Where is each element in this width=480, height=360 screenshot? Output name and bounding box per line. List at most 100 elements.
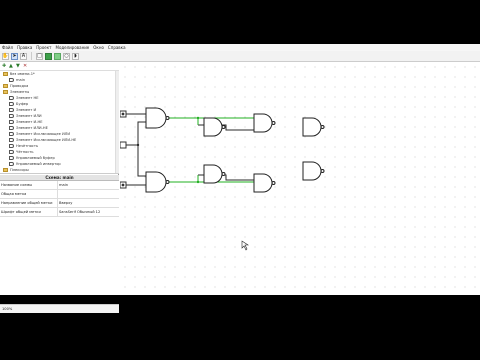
nand-gate-7-bubble — [320, 125, 325, 129]
menu-file[interactable]: Файл — [2, 44, 13, 51]
toolbar-separator — [31, 52, 32, 60]
property-row[interactable]: Общая метка — [0, 190, 119, 199]
gate-icon — [9, 144, 14, 148]
gate-icon — [9, 108, 14, 112]
folder-icon — [3, 84, 8, 88]
tree-item-label: Элемент Исключающее ИЛИ-НЕ — [16, 138, 77, 142]
property-row[interactable]: Направление общей метки Вверху — [0, 199, 119, 208]
property-key: Название схемы — [0, 181, 58, 189]
output-pin-button[interactable]: ○ — [63, 52, 70, 60]
zoom-status[interactable]: 100% — [0, 304, 119, 313]
hand-icon: ✋ — [2, 52, 9, 59]
property-value[interactable]: Вверху — [58, 199, 119, 207]
tree-item-label: Нечётность — [16, 144, 39, 148]
property-value[interactable]: main — [58, 181, 119, 189]
tree-item-label: Чётность — [16, 150, 34, 154]
menu-simulate[interactable]: Моделирование — [56, 44, 90, 51]
nand-gate-1-bubble — [165, 116, 170, 120]
gate-icon — [9, 150, 14, 154]
gate-icon — [9, 96, 14, 100]
nand-gate-3[interactable] — [203, 117, 223, 137]
tree-item-label: Управляемый инвертор — [16, 162, 61, 166]
menu-bar: Файл Правка Проект Моделирование Окно Сп… — [0, 44, 480, 51]
mouse-cursor-icon — [241, 240, 249, 251]
nand-gate-6[interactable] — [253, 173, 273, 193]
property-key: Шрифт общей метки — [0, 208, 58, 216]
folder-icon — [3, 90, 8, 94]
property-value[interactable] — [58, 190, 119, 198]
tree-item-label: Элемент И — [16, 108, 37, 112]
select-tool-button[interactable]: ➤ — [11, 52, 18, 60]
tree-item-label: Плексоры — [10, 168, 29, 172]
nand-gate-8-bubble — [320, 169, 325, 173]
nand-gate-2-bubble — [165, 180, 170, 184]
toolbar: ✋ ➤ A □ ○ ◗ — [0, 51, 480, 62]
arrow-icon: ➤ — [12, 52, 17, 59]
left-panel: ✚ ▲ ▼ ✕ без имени-1* main Проводка Элементы… — [0, 62, 119, 313]
menu-project[interactable]: Проект — [36, 44, 51, 51]
app-window: Файл Правка Проект Моделирование Окно Сп… — [0, 44, 480, 313]
nand-gate-2[interactable] — [145, 171, 167, 193]
circuit-diagram — [120, 107, 325, 251]
nand-gate-7[interactable] — [302, 117, 322, 137]
input-pin-b[interactable] — [120, 141, 127, 149]
folder-icon — [3, 72, 8, 76]
folder-icon — [3, 168, 8, 172]
tree-item-label: Проводка — [10, 84, 29, 88]
add-circuit-icon[interactable]: ✚ — [2, 63, 7, 69]
text-tool-button[interactable]: A — [20, 52, 27, 60]
tree-item-label: Элементы — [10, 90, 30, 94]
tree-item[interactable]: Арифметика — [0, 173, 119, 174]
input-pin-a-dot — [121, 112, 125, 116]
tree-item-label: Элемент И-НЕ — [16, 120, 43, 124]
property-value[interactable]: SansSerif Обычный 12 — [58, 208, 119, 216]
add-not-gate-button[interactable] — [45, 52, 52, 60]
poke-tool-button[interactable]: ✋ — [2, 52, 9, 60]
menu-edit[interactable]: Правка — [17, 44, 32, 51]
tree-item-label: без имени-1* — [10, 72, 35, 76]
tree-item-label: Элемент ИЛИ — [16, 114, 42, 118]
move-up-icon[interactable]: ▲ — [9, 63, 14, 69]
add-and-gate-button[interactable] — [54, 52, 61, 60]
tree-scrollbar[interactable] — [115, 71, 119, 173]
input-pin-icon: □ — [37, 52, 42, 59]
property-row[interactable]: Название схемы main — [0, 181, 119, 190]
or-gate-icon: ◗ — [74, 52, 77, 59]
gate-icon — [9, 132, 14, 136]
wire-junction-active — [196, 116, 200, 120]
move-down-icon[interactable]: ▼ — [16, 63, 21, 69]
nand-gate-5-bubble — [271, 121, 276, 125]
circuit-canvas[interactable] — [120, 62, 480, 295]
tree-item-label: Элемент Исключающее ИЛИ — [16, 132, 71, 136]
add-or-gate-button[interactable]: ◗ — [72, 52, 79, 60]
gate-icon — [9, 102, 14, 106]
tree-item-label: Элемент НЕ — [16, 96, 39, 100]
wire-junction-active — [196, 180, 200, 184]
property-key: Общая метка — [0, 190, 58, 198]
gate-icon — [9, 126, 14, 130]
tree-list: без имени-1* main Проводка Элементы Элемент … — [0, 71, 119, 174]
nand-gate-1[interactable] — [145, 107, 167, 129]
nand-gate-5[interactable] — [253, 113, 273, 133]
menu-window[interactable]: Окно — [93, 44, 104, 51]
property-row[interactable]: Шрифт общей метки SansSerif Обычный 12 — [0, 208, 119, 217]
nand-gate-4-bubble — [221, 172, 226, 176]
gate-icon — [9, 114, 14, 118]
circuit-icon — [9, 78, 14, 82]
gate-icon — [9, 120, 14, 124]
text-icon: A — [21, 52, 26, 59]
idle-wires — [126, 113, 254, 186]
explorer-toolbar: ✚ ▲ ▼ ✕ — [0, 62, 119, 71]
wire-junction — [136, 143, 140, 147]
tree-item-label: Буфер — [16, 102, 29, 106]
nand-gate-8[interactable] — [302, 161, 322, 181]
gate-icon — [9, 156, 14, 160]
nand-gate-3-bubble — [221, 125, 226, 129]
property-key: Направление общей метки — [0, 199, 58, 207]
menu-help[interactable]: Справка — [108, 44, 126, 51]
delete-icon[interactable]: ✕ — [23, 63, 28, 69]
input-pin-c-dot — [121, 183, 125, 187]
gate-icon — [9, 162, 14, 166]
input-pin-button[interactable]: □ — [36, 52, 43, 60]
nand-gate-4[interactable] — [203, 164, 223, 184]
